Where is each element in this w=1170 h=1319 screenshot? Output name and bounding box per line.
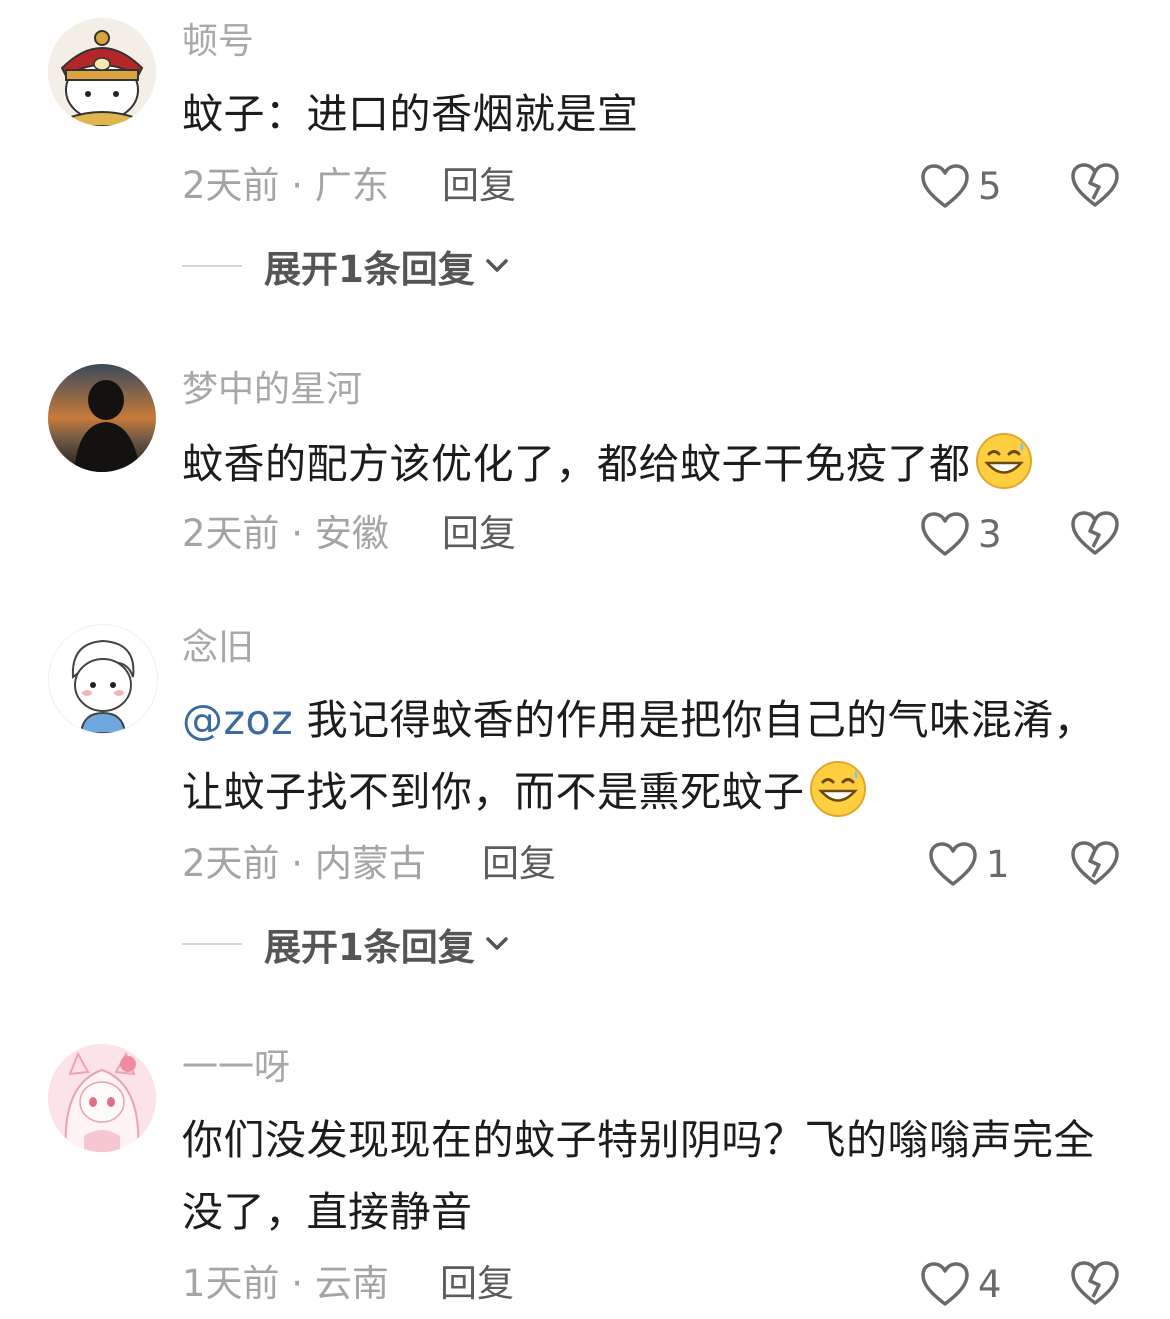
comment-username[interactable]: 顿号 [182, 20, 254, 64]
comment-meta: 1天前 · 云南 [182, 1262, 389, 1305]
comment-text: 你们没发现现在的蚊子特别阴吗？飞的嗡嗡声完全没了，直接静音 [182, 1116, 1095, 1236]
user-avatar[interactable] [48, 624, 158, 734]
comment-meta: 2天前 · 内蒙古 [182, 842, 426, 885]
silhouette-avatar-image [48, 364, 156, 472]
heart-outline-icon [921, 164, 969, 208]
dislike-button[interactable] [1070, 161, 1120, 209]
like-count: 5 [978, 164, 1002, 208]
expand-replies-button[interactable]: 展开1条回复 [182, 244, 511, 291]
dislike-button[interactable] [1070, 839, 1120, 887]
user-avatar[interactable] [48, 364, 156, 472]
divider [182, 943, 242, 945]
broken-heart-icon [1071, 1261, 1119, 1305]
like-count: 3 [978, 512, 1002, 556]
comment-username[interactable]: 念旧 [182, 626, 254, 670]
comment-meta: 2天前 · 安徽 [182, 512, 389, 555]
user-avatar[interactable] [48, 1044, 156, 1152]
comment-text: 蚊子：进口的香烟就是宣 [182, 90, 639, 138]
reply-button[interactable]: 回复 [482, 842, 556, 886]
grinning-sweat-emoji [975, 433, 1032, 489]
heart-outline-icon [921, 1262, 969, 1306]
broken-heart-icon [1071, 511, 1119, 555]
grinning-sweat-emoji [809, 761, 866, 817]
emperor-avatar-image [48, 18, 156, 126]
like-button[interactable]: 3 [920, 509, 1002, 559]
expand-replies-label: 展开1条回复 [264, 926, 475, 969]
user-avatar[interactable] [48, 18, 156, 126]
reply-button[interactable]: 回复 [440, 1262, 514, 1306]
cartoon-boy-avatar-image [49, 625, 157, 733]
like-count: 1 [986, 842, 1010, 886]
comment-body: 我记得蚊香的作用是把你自己的气味混淆，让蚊子找不到你，而不是熏死蚊子 [182, 696, 1096, 816]
comment-body: 蚊香的配方该优化了，都给蚊子干免疫了都 [182, 440, 971, 488]
expand-replies-label: 展开1条回复 [264, 248, 475, 291]
pink-anime-avatar-image [48, 1044, 156, 1152]
dislike-button[interactable] [1070, 509, 1120, 557]
broken-heart-icon [1071, 841, 1119, 885]
comment-meta: 2天前 · 广东 [182, 164, 389, 207]
like-button[interactable]: 1 [928, 839, 1010, 889]
expand-replies-button[interactable]: 展开1条回复 [182, 922, 511, 969]
reply-button[interactable]: 回复 [442, 164, 516, 208]
heart-outline-icon [921, 512, 969, 556]
dislike-button[interactable] [1070, 1259, 1120, 1307]
comment-username[interactable]: 一一呀 [182, 1046, 290, 1090]
divider [182, 265, 242, 267]
chevron-down-icon [486, 937, 508, 950]
comment-text: 蚊香的配方该优化了，都给蚊子干免疫了都 [182, 428, 1112, 500]
like-button[interactable]: 4 [920, 1259, 1002, 1309]
comment-username[interactable]: 梦中的星河 [182, 368, 362, 412]
broken-heart-icon [1071, 163, 1119, 207]
like-button[interactable]: 5 [920, 161, 1002, 211]
heart-outline-icon [929, 842, 977, 886]
mention-link[interactable]: @zoz [182, 696, 293, 744]
reply-button[interactable]: 回复 [442, 512, 516, 556]
comment-text: @zoz 我记得蚊香的作用是把你自己的气味混淆，让蚊子找不到你，而不是熏死蚊子 [182, 684, 1112, 828]
chevron-down-icon [486, 259, 508, 272]
like-count: 4 [978, 1262, 1002, 1306]
